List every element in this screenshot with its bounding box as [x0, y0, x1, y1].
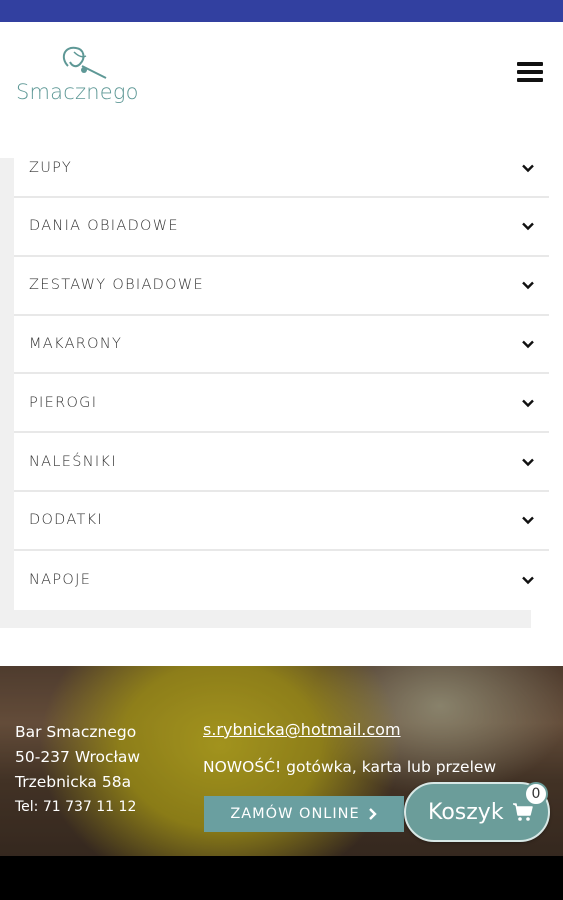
- chevron-down-icon: [522, 517, 534, 525]
- logo[interactable]: Smacznego: [14, 44, 139, 106]
- category-label: MAKARONY: [29, 335, 123, 352]
- category-item-dania-obiadowe[interactable]: DANIA OBIADOWE: [14, 198, 549, 257]
- chevron-down-icon: [522, 340, 534, 349]
- category-item-zestawy-obiadowe[interactable]: ZESTAWY OBIADOWE: [14, 256, 549, 316]
- category-label: DANIA OBIADOWE: [29, 218, 179, 235]
- category-label: ZUPY: [29, 160, 73, 176]
- chevron-down-icon: [522, 281, 534, 290]
- category-label: NAPOJE: [29, 572, 92, 589]
- logo-mark-icon: [62, 46, 107, 79]
- footer-address: Bar Smacznego 50-237 Wrocław Trzebnicka …: [15, 720, 140, 820]
- category-item-dodatki[interactable]: DODATKI: [14, 491, 549, 551]
- category-item-pierogi[interactable]: PIEROGI: [14, 374, 549, 434]
- chevron-down-icon: [522, 399, 534, 407]
- postal-address: 50-237 Wrocław: [15, 748, 141, 766]
- street-address: Trzebnicka 58a: [15, 773, 132, 791]
- chevron-right-icon: [368, 808, 377, 820]
- business-name: Bar Smacznego: [15, 723, 137, 741]
- category-list: ZUPY DANIA OBIADOWE ZESTAWY OBIADOWE MAK…: [14, 140, 549, 610]
- chevron-down-icon: [522, 458, 534, 466]
- chevron-down-icon: [522, 576, 534, 585]
- logo-text: Smacznego: [16, 80, 139, 104]
- category-label: ZESTAWY OBIADOWE: [29, 277, 204, 294]
- chevron-down-icon: [522, 164, 534, 173]
- hamburger-menu-icon[interactable]: [517, 62, 543, 88]
- category-label: PIEROGI: [29, 394, 98, 411]
- category-label: NALEŚNIKI: [29, 453, 117, 470]
- category-item-napoje[interactable]: NAPOJE: [14, 550, 549, 610]
- category-item-nalesniki[interactable]: NALEŚNIKI: [14, 433, 549, 492]
- category-label: DODATKI: [29, 512, 104, 529]
- order-online-button[interactable]: ZAMÓW ONLINE: [204, 796, 404, 832]
- phone-number: Tel: 71 737 11 12: [15, 799, 137, 815]
- payment-news: NOWOŚĆ! gotówka, karta lub przelew: [203, 758, 497, 776]
- order-online-label: ZAMÓW ONLINE: [230, 806, 360, 822]
- cart-label: Koszyk: [428, 799, 504, 825]
- category-item-zupy[interactable]: ZUPY: [14, 140, 549, 198]
- chevron-down-icon: [522, 223, 534, 231]
- email-link[interactable]: s.rybnicka@hotmail.com: [203, 720, 401, 739]
- category-item-makarony[interactable]: MAKARONY: [14, 315, 549, 375]
- system-nav-bar: [0, 856, 563, 900]
- status-bar: [0, 0, 563, 22]
- site-header: Smacznego: [0, 22, 563, 132]
- cart-count-badge: 0: [524, 782, 548, 806]
